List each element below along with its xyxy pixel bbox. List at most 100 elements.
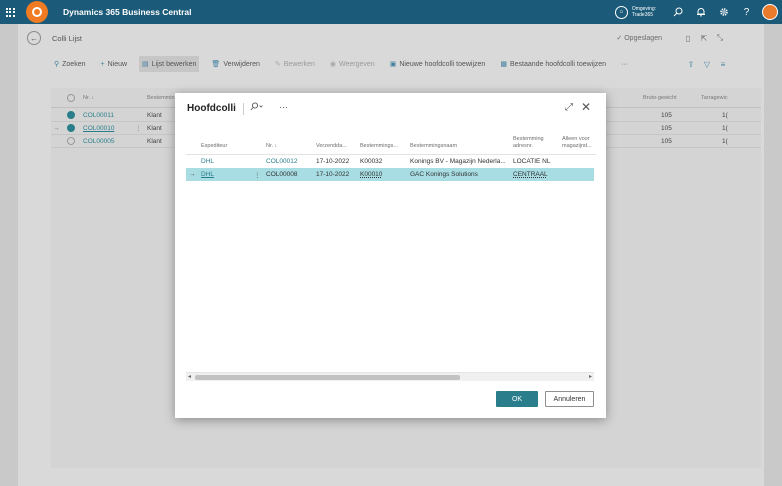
row-type: Klant (147, 138, 162, 145)
assign-icon: ▣ (389, 61, 397, 68)
row-bestemming-adresnr: CENTRAAL (513, 171, 548, 178)
new-button[interactable]: + Nieuw (98, 56, 131, 72)
row-nr[interactable]: COL00005 (83, 138, 114, 145)
bell-icon[interactable] (689, 0, 712, 24)
row-bestemmingsnaam: Konings BV - Magazijn Nederla... (410, 158, 506, 165)
help-icon[interactable]: ? (735, 0, 758, 24)
dialog-search-button[interactable] (250, 102, 264, 113)
page-title: Colli Lijst (52, 33, 83, 43)
row-nr[interactable]: COL00011 (83, 112, 114, 119)
edit-button[interactable]: ✎ Bewerken (272, 56, 318, 72)
scrollbar-thumb[interactable] (195, 375, 460, 380)
dialog-more-button[interactable]: ··· (279, 102, 288, 112)
row-checkbox[interactable] (67, 137, 75, 145)
row-expediteur[interactable]: DHL (201, 171, 214, 178)
assign-new-main-colli-button[interactable]: ▣ Nieuwe hoofdcolli toewijzen (387, 56, 489, 72)
top-bar: Dynamics 365 Business Central ⌂ Omgeving… (0, 0, 782, 24)
hoofdcolli-dialog: Hoofdcolli ··· ⤢ ✕ Expediteur Nr. ↓ Verz… (175, 93, 606, 418)
current-row-arrow-icon: → (189, 171, 196, 178)
row-nr[interactable]: COL00010 (83, 125, 114, 132)
column-header-tarragewicht[interactable]: Tarragewic (701, 95, 728, 101)
column-header-alleen-voor-magazijn[interactable]: Alleen voor magazijnd... (562, 136, 592, 150)
column-header-expediteur[interactable]: Expediteur (201, 143, 227, 150)
column-header-bruto-gewicht[interactable]: Bruto-gewicht (643, 95, 677, 101)
column-header-nr[interactable]: Nr. ↓ (266, 143, 277, 150)
grid-header: Expediteur Nr. ↓ Verzendda... Bestemming… (186, 133, 596, 155)
open-new-window-icon[interactable]: ⇱ (696, 34, 712, 43)
row-menu-icon[interactable]: ⋮ (135, 124, 142, 132)
trash-icon: 🗑 (211, 61, 221, 68)
row-bruto-gewicht: 105 (661, 125, 672, 132)
user-avatar[interactable] (762, 4, 778, 20)
search-icon: ⚲ (54, 61, 60, 68)
row-menu-icon[interactable]: ⋮ (254, 171, 261, 179)
row-checkbox[interactable] (67, 124, 75, 132)
scroll-right-icon[interactable]: ▸ (589, 373, 592, 380)
back-button[interactable]: ← (27, 31, 41, 45)
row-nr[interactable]: COL00012 (266, 158, 297, 165)
list-view-icon[interactable]: ≡ (715, 60, 731, 69)
column-header-bestemming-adresnr[interactable]: Bestemming adresnr. (513, 136, 544, 150)
table-row-selected[interactable]: → DHL ⋮ COL00008 17-10-2022 K00010 GAC K… (186, 168, 594, 181)
search-icon (250, 102, 263, 111)
row-verzenddatum: 17-10-2022 (316, 158, 350, 165)
row-nr[interactable]: COL00008 (266, 171, 297, 178)
column-header-bestemming[interactable]: Bestemmin (147, 95, 175, 101)
view-button[interactable]: ◉ Weergeven (327, 56, 378, 72)
environment-icon: ⌂ (614, 5, 628, 19)
environment-name: Trade365 (631, 12, 654, 18)
row-type: Klant (147, 112, 162, 119)
business-central-logo (26, 1, 48, 23)
row-type: Klant (147, 125, 162, 132)
row-bestemmingsnr: K00032 (360, 158, 383, 165)
action-bar: ⚲ Zoeken + Nieuw ▤ Lijst bewerken 🗑 Verwijde… (51, 56, 731, 72)
environment-indicator[interactable]: ⌂ Omgeving: Trade365 (614, 5, 656, 19)
select-all-checkbox[interactable] (67, 94, 75, 102)
search-button[interactable]: ⚲ Zoeken (51, 56, 89, 72)
app-title: Dynamics 365 Business Central (63, 7, 192, 17)
plus-icon: + (100, 60, 105, 68)
edit-list-icon: ▤ (142, 61, 149, 68)
horizontal-scrollbar[interactable]: ◂ ▸ (186, 372, 594, 381)
settings-gear-icon[interactable] (712, 0, 735, 24)
filter-icon[interactable]: ▽ (699, 60, 715, 69)
pencil-icon: ✎ (274, 61, 281, 68)
expand-icon[interactable]: ⤢ (565, 102, 573, 113)
column-header-bestemmingsnaam[interactable]: Bestemmingsnaam (410, 143, 457, 150)
row-tarragewicht: 1( (722, 112, 728, 119)
app-launcher-icon[interactable] (0, 0, 20, 24)
search-icon[interactable] (666, 0, 689, 24)
row-bruto-gewicht: 105 (661, 112, 672, 119)
ok-button[interactable]: OK (496, 391, 538, 407)
row-checkbox[interactable] (67, 111, 75, 119)
collapse-icon[interactable]: ⤡ (712, 33, 728, 43)
hoofdcolli-grid: Expediteur Nr. ↓ Verzendda... Bestemming… (186, 133, 596, 381)
box-icon: ▦ (500, 61, 507, 68)
cancel-button[interactable]: Annuleren (545, 391, 594, 407)
column-header-verzenddatum[interactable]: Verzendda... (316, 143, 347, 150)
saved-status: ✓ Opgeslagen (616, 35, 662, 42)
row-bruto-gewicht: 105 (661, 138, 672, 145)
edit-list-button[interactable]: ▤ Lijst bewerken (139, 56, 200, 72)
current-row-arrow-icon: → (53, 125, 60, 132)
row-tarragewicht: 1( (722, 125, 728, 132)
row-bestemmingsnaam: GAC Konings Solutions (410, 171, 478, 178)
bookmark-icon[interactable]: ▯ (680, 34, 696, 43)
more-actions-button[interactable]: ··· (618, 56, 631, 72)
row-tarragewicht: 1( (722, 138, 728, 145)
row-verzenddatum: 17-10-2022 (316, 171, 350, 178)
row-expediteur[interactable]: DHL (201, 158, 214, 165)
table-row[interactable]: DHL COL00012 17-10-2022 K00032 Konings B… (186, 155, 594, 168)
column-header-bestemmingsnr[interactable]: Bestemmings... (360, 143, 398, 150)
row-bestemmingsnr: K00010 (360, 171, 383, 178)
eye-icon: ◉ (329, 61, 337, 68)
scroll-left-icon[interactable]: ◂ (188, 373, 191, 380)
assign-existing-main-colli-button[interactable]: ▦ Bestaande hoofdcolli toewijzen (497, 56, 609, 72)
delete-button[interactable]: 🗑 Verwijderen (208, 56, 262, 72)
column-header-nr[interactable]: Nr. ↓ (83, 95, 94, 101)
row-bestemming-adresnr: LOCATIE NL (513, 158, 551, 165)
dialog-title: Hoofdcolli (187, 103, 236, 114)
title-divider (243, 103, 244, 115)
share-icon[interactable]: ⇪ (683, 60, 699, 69)
close-icon[interactable]: ✕ (581, 100, 591, 114)
